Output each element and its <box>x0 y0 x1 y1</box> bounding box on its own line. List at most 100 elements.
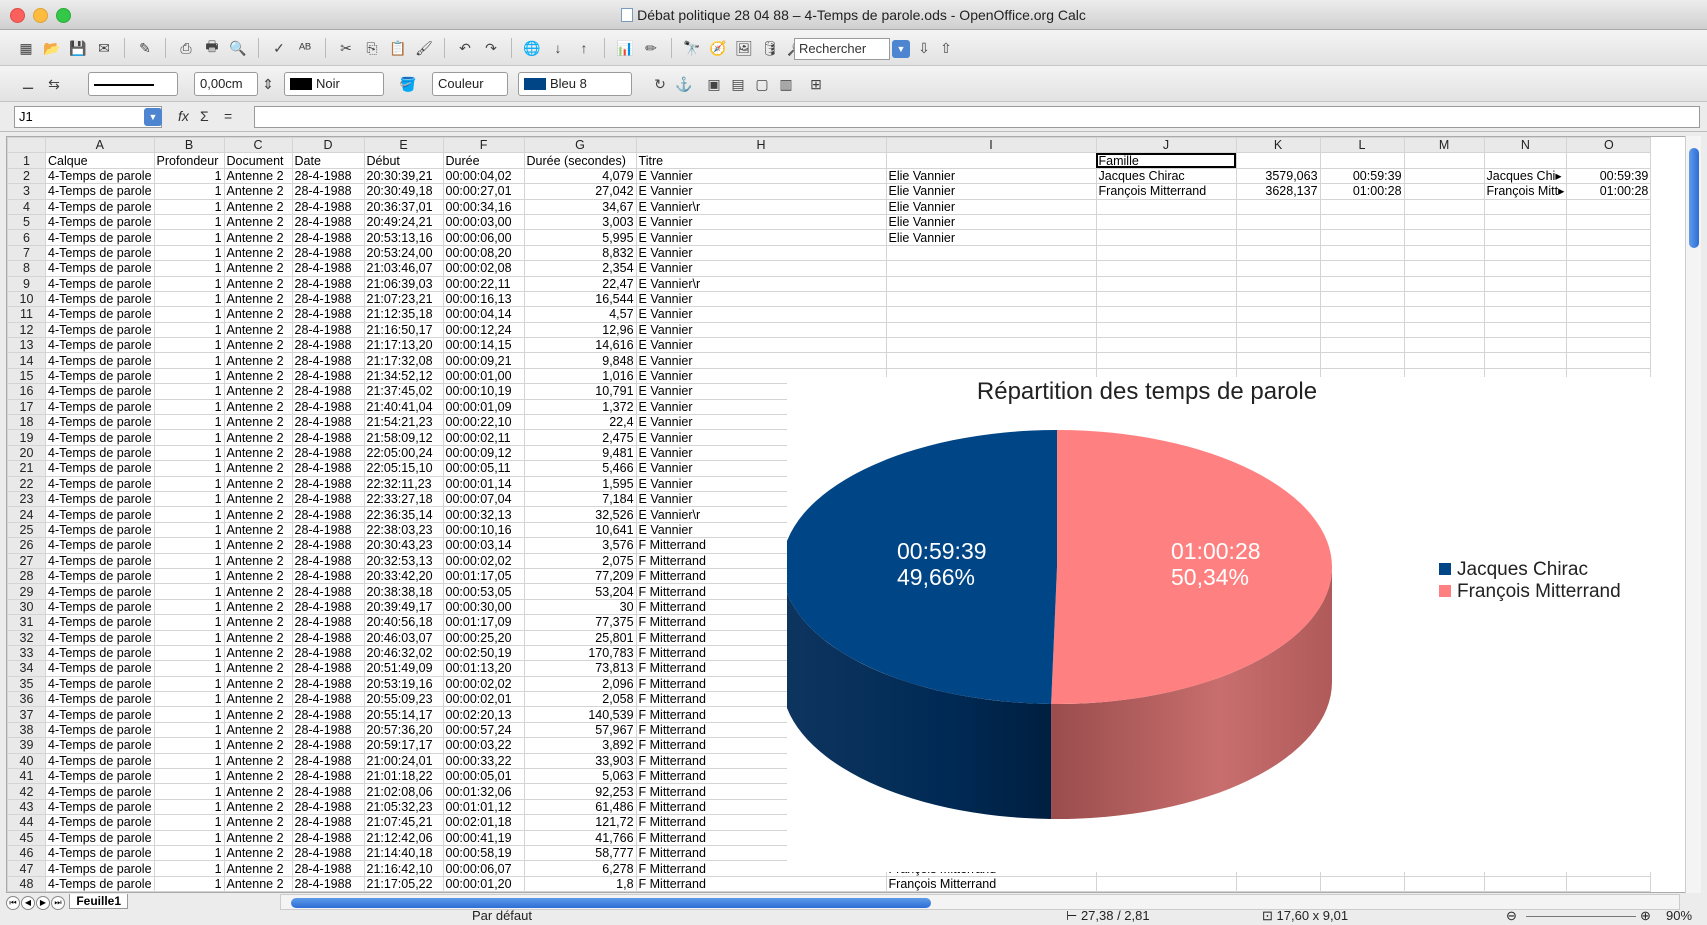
cell[interactable]: 20:51:49,09 <box>363 660 444 677</box>
cell[interactable]: E Vannier <box>635 337 887 354</box>
zoom-in-icon[interactable]: ⊕ <box>1640 908 1651 924</box>
cell[interactable]: 1 <box>153 244 225 262</box>
cell[interactable] <box>1403 290 1485 308</box>
cell[interactable]: Antenne 2 <box>223 244 293 262</box>
cell[interactable] <box>1095 244 1237 262</box>
cell[interactable]: 20:53:19,16 <box>363 675 444 693</box>
cell[interactable]: 00:02:01,18 <box>442 814 525 831</box>
cell[interactable]: Antenne 2 <box>223 398 293 416</box>
cell[interactable]: 20:46:32,02 <box>363 644 444 662</box>
cell[interactable] <box>1483 290 1568 308</box>
find-next-icon[interactable]: ⇩ <box>914 38 934 58</box>
cell[interactable]: 22:05:15,10 <box>363 460 444 477</box>
row-header[interactable]: 16 <box>7 383 46 400</box>
cell[interactable]: 170,783 <box>523 644 637 662</box>
cell[interactable]: Antenne 2 <box>223 860 293 877</box>
cell[interactable] <box>1566 875 1652 892</box>
cell[interactable]: 28-4-1988 <box>291 875 365 892</box>
row-header[interactable]: 22 <box>7 475 46 492</box>
cell[interactable]: Antenne 2 <box>223 306 293 323</box>
cell[interactable]: 21:37:45,02 <box>363 383 444 400</box>
cell[interactable]: 4,079 <box>523 167 637 185</box>
cell[interactable]: 4-Temps de parole <box>45 367 155 385</box>
cell[interactable]: 28-4-1988 <box>291 629 365 646</box>
cell[interactable] <box>1566 306 1652 323</box>
cell[interactable]: E Vannier <box>635 167 887 185</box>
prev-sheet-button[interactable]: ◀ <box>21 896 35 910</box>
cell[interactable]: 4-Temps de parole <box>45 814 155 831</box>
cell[interactable] <box>1095 337 1237 354</box>
cell[interactable]: 20:39:49,17 <box>363 598 444 616</box>
cell[interactable] <box>1483 229 1568 246</box>
cell[interactable]: 1 <box>153 306 225 323</box>
cell[interactable]: 00:59:39 <box>1319 167 1405 185</box>
cell[interactable]: 4-Temps de parole <box>45 444 155 462</box>
cell[interactable]: 1 <box>153 198 225 215</box>
cell[interactable] <box>1403 229 1485 246</box>
cell[interactable]: E Vannier <box>635 321 887 339</box>
cell[interactable]: 28-4-1988 <box>291 737 365 754</box>
cell[interactable]: Antenne 2 <box>223 383 293 400</box>
cell[interactable]: 1 <box>153 506 225 523</box>
cell[interactable]: 20:53:13,16 <box>363 229 444 246</box>
cell[interactable]: 21:07:23,21 <box>363 290 444 308</box>
cell[interactable]: 1 <box>153 783 225 800</box>
cell[interactable] <box>1095 290 1237 308</box>
cell[interactable]: 00:00:25,20 <box>442 629 525 646</box>
cell[interactable]: 00:00:32,13 <box>442 506 525 523</box>
cell[interactable]: 4-Temps de parole <box>45 337 155 354</box>
cell[interactable]: 28-4-1988 <box>291 429 365 446</box>
cell[interactable]: 28-4-1988 <box>291 213 365 231</box>
cell[interactable] <box>1483 875 1568 892</box>
email-icon[interactable]: ✉ <box>94 38 114 58</box>
line-style-select[interactable] <box>88 72 178 96</box>
cell[interactable]: Elie Vannier <box>885 167 1097 185</box>
cell[interactable]: 00:00:01,00 <box>442 367 525 385</box>
cell[interactable]: 1 <box>153 229 225 246</box>
cell[interactable]: 1 <box>153 706 225 723</box>
cell[interactable]: Antenne 2 <box>223 352 293 369</box>
cell[interactable]: 28-4-1988 <box>291 614 365 631</box>
cell[interactable]: Antenne 2 <box>223 583 293 600</box>
cell[interactable]: 27,042 <box>523 183 637 200</box>
cell[interactable]: 3,892 <box>523 737 637 754</box>
cell[interactable]: 20:46:03,07 <box>363 629 444 646</box>
cell[interactable] <box>1095 198 1237 215</box>
cell[interactable]: 1 <box>153 614 225 631</box>
column-header[interactable]: B <box>153 137 225 154</box>
cell[interactable]: 20:59:17,17 <box>363 737 444 754</box>
cell[interactable]: 00:00:03,00 <box>442 213 525 231</box>
cell[interactable] <box>1403 275 1485 292</box>
area-color-select[interactable]: Bleu 8 <box>518 72 632 96</box>
cell[interactable]: 1 <box>153 183 225 200</box>
cell[interactable]: 1 <box>153 768 225 785</box>
sort-ascending-icon[interactable]: ↓ <box>548 38 568 58</box>
row-header[interactable]: 14 <box>7 352 46 369</box>
cell[interactable]: 28-4-1988 <box>291 675 365 693</box>
row-header[interactable]: 13 <box>7 337 46 354</box>
cell[interactable]: 1 <box>153 352 225 369</box>
cell[interactable] <box>1483 260 1568 277</box>
cell[interactable] <box>1319 152 1405 169</box>
cell[interactable]: 1 <box>153 660 225 677</box>
cell[interactable]: Antenne 2 <box>223 429 293 446</box>
cell[interactable] <box>1235 352 1321 369</box>
cell[interactable]: 28-4-1988 <box>291 814 365 831</box>
cell[interactable] <box>885 244 1097 262</box>
cell[interactable]: Antenne 2 <box>223 829 293 846</box>
cell[interactable]: 1 <box>153 398 225 416</box>
cell[interactable] <box>1319 321 1405 339</box>
find-previous-icon[interactable]: ⇧ <box>936 38 956 58</box>
cell[interactable]: Antenne 2 <box>223 475 293 492</box>
row-header[interactable]: 25 <box>7 521 46 539</box>
cell[interactable]: 1 <box>153 367 225 385</box>
row-header[interactable]: 42 <box>7 783 46 800</box>
cell[interactable]: 00:00:03,14 <box>442 537 525 554</box>
cell[interactable]: 1 <box>153 552 225 569</box>
cell[interactable]: F Mitterrand <box>635 875 887 892</box>
cell[interactable]: 21:12:35,18 <box>363 306 444 323</box>
format-paintbrush-icon[interactable]: 🖌 <box>414 38 434 58</box>
cell[interactable]: 2,075 <box>523 552 637 569</box>
cell[interactable]: 58,777 <box>523 844 637 862</box>
cell[interactable]: 28-4-1988 <box>291 768 365 785</box>
